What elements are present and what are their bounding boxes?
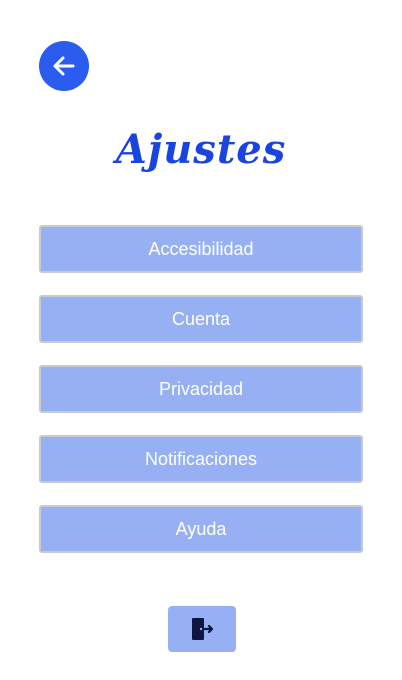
- logout-button[interactable]: [168, 606, 236, 652]
- notifications-button[interactable]: Notificaciones: [39, 435, 363, 483]
- back-button[interactable]: [39, 41, 89, 91]
- page-title: Ajustes: [115, 126, 287, 173]
- accessibility-button[interactable]: Accesibilidad: [39, 225, 363, 273]
- help-button[interactable]: Ayuda: [39, 505, 363, 553]
- account-button[interactable]: Cuenta: [39, 295, 363, 343]
- settings-menu: Accesibilidad Cuenta Privacidad Notifica…: [39, 225, 363, 575]
- arrow-left-icon: [53, 56, 75, 76]
- logout-icon: [192, 618, 214, 640]
- privacy-button[interactable]: Privacidad: [39, 365, 363, 413]
